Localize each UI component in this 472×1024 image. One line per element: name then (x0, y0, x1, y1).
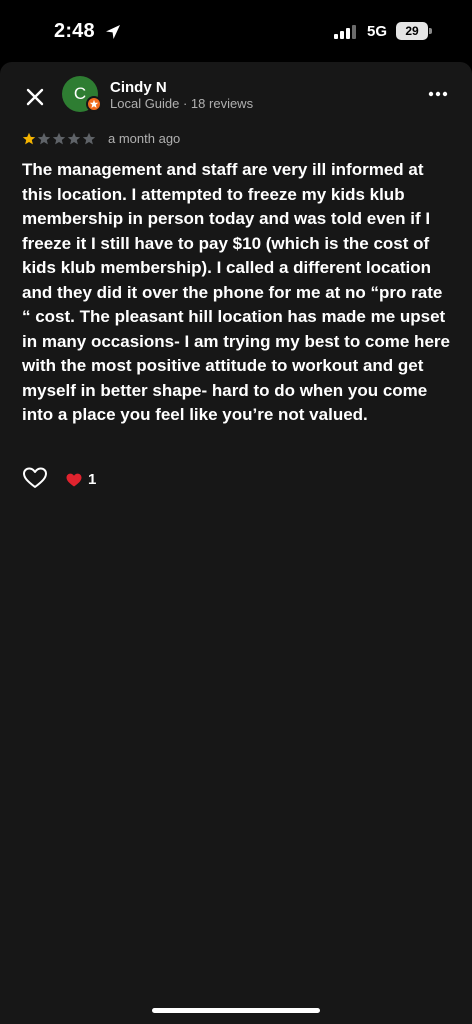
location-arrow-icon (106, 25, 120, 39)
review-date: a month ago (108, 131, 181, 146)
status-bar: 2:48 5G 29 (0, 0, 472, 62)
heart-icon (66, 473, 82, 486)
local-guide-star-icon (86, 96, 102, 112)
reaction-count: 1 (88, 471, 97, 488)
star-filled-icon (22, 132, 36, 145)
star-empty-icon (82, 132, 96, 145)
star-empty-icon (52, 132, 66, 145)
close-icon[interactable] (22, 84, 48, 110)
network-type: 5G (367, 23, 388, 40)
reviewer-meta: Local Guide · 18 reviews (110, 96, 254, 111)
star-empty-icon (67, 132, 81, 145)
review-sheet: C Cindy N Local Guide · 18 reviews a mon… (0, 62, 472, 1024)
star-empty-icon (37, 132, 51, 145)
more-icon[interactable] (424, 82, 452, 106)
battery-icon: 29 (396, 22, 432, 40)
home-indicator (152, 1008, 320, 1013)
reaction-summary[interactable]: 1 (66, 471, 96, 488)
cellular-signal-icon (334, 25, 356, 39)
star-rating (22, 132, 96, 146)
battery-level: 29 (396, 22, 428, 40)
reviewer-name[interactable]: Cindy N (110, 79, 167, 96)
heart-outline-icon[interactable] (22, 466, 48, 490)
review-text: The management and staff are very ill in… (22, 160, 450, 424)
status-time: 2:48 (54, 20, 95, 42)
